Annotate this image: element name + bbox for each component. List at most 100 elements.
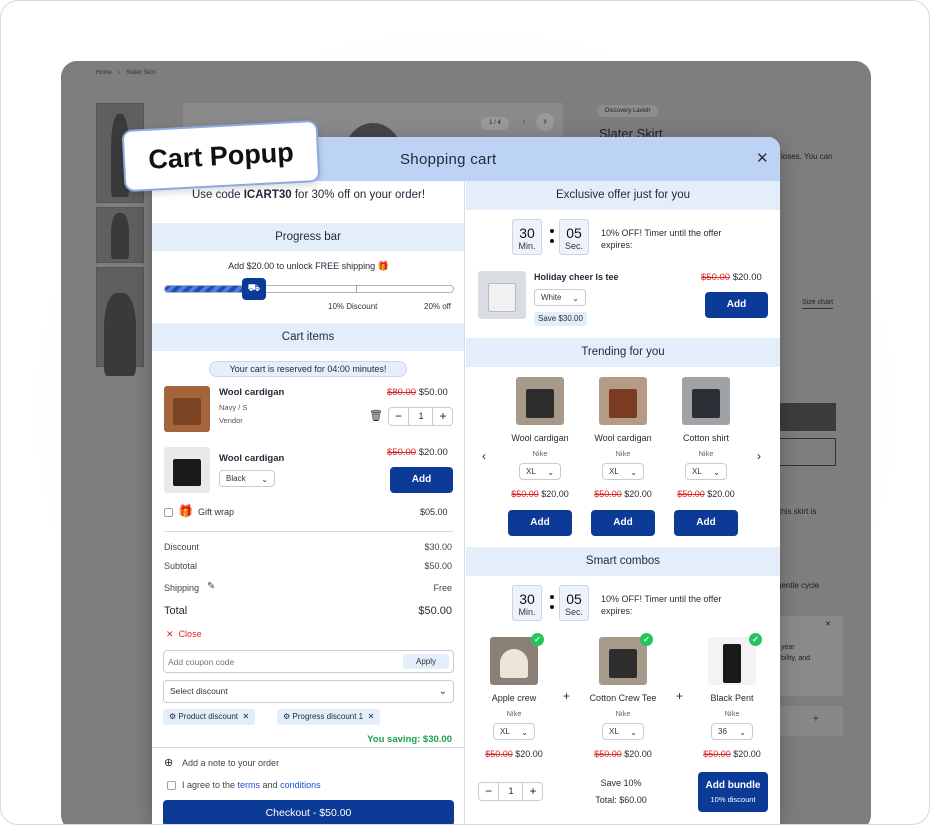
add-to-cart-button[interactable] — [776, 403, 836, 431]
conditions-link[interactable]: conditions — [280, 780, 321, 790]
combo-price: $20.00 — [515, 749, 543, 759]
pencil-icon[interactable]: ✎ — [207, 581, 215, 592]
product-image — [708, 637, 756, 685]
product-thumbnail[interactable] — [96, 267, 144, 376]
upsell-column: Exclusive offer just for you 30 Min. 05 Se… — [466, 181, 780, 824]
plus-icon: + — [563, 689, 571, 703]
plus-icon[interactable]: + — [522, 783, 543, 800]
description-text: this skirt is — [779, 507, 817, 516]
size-select[interactable]: XL ⌄ — [519, 463, 561, 480]
apply-button[interactable]: Apply — [403, 654, 449, 669]
size-select-value: XL — [526, 467, 536, 476]
breadcrumb-home[interactable]: Home — [96, 70, 112, 76]
chevron-left-icon[interactable]: ‹ — [515, 113, 533, 131]
timer-separator — [550, 605, 554, 609]
plus-circle-icon[interactable]: ⊕ — [164, 756, 173, 769]
gift-wrap-checkbox[interactable] — [164, 508, 173, 517]
size-select-value: XL — [692, 467, 702, 476]
variant-select[interactable]: Black ⌄ — [219, 470, 275, 487]
checkout-button[interactable]: Checkout - $50.00 — [163, 800, 454, 824]
size-select[interactable]: XL ⌄ — [493, 723, 535, 740]
chevron-down-icon: ⌄ — [713, 468, 720, 477]
quantity-value[interactable]: 1 — [410, 408, 432, 425]
product-image — [164, 447, 210, 493]
offer-price: $20.00 — [732, 272, 762, 283]
item-old-price: $50.00 — [387, 447, 417, 458]
trending-item-brand: Nike — [615, 449, 631, 458]
product-thumbnail[interactable] — [96, 207, 144, 263]
add-button[interactable]: Add — [508, 510, 572, 536]
subtotal-label: Subtotal — [164, 561, 198, 571]
chevron-down-icon: ⌄ — [572, 294, 579, 303]
combo-old-price: $50.00 — [594, 749, 622, 759]
check-icon[interactable]: ✓ — [749, 633, 762, 646]
combo-price: $20.00 — [624, 749, 652, 759]
quantity-value[interactable]: 1 — [500, 783, 522, 800]
terms-link[interactable]: terms — [238, 780, 261, 790]
cart-column: Use code ICART30 for 30% off on your ord… — [152, 181, 465, 824]
size-select[interactable]: XL ⌄ — [685, 463, 727, 480]
coupon-input[interactable] — [168, 654, 388, 669]
shopping-cart-popup: Shopping cart ✕ Use code ICART30 for 30%… — [152, 137, 780, 824]
close-link[interactable]: ✕ Close — [166, 629, 202, 640]
terms-prefix: I agree to the — [182, 780, 238, 790]
trash-icon[interactable]: 🗑 — [369, 409, 383, 422]
shipping-value: Free — [433, 583, 452, 593]
size-chart-link[interactable]: Size chart — [802, 299, 834, 309]
close-icon[interactable]: ✕ — [756, 149, 769, 167]
add-button[interactable]: Add — [591, 510, 655, 536]
timer-separator — [550, 595, 554, 599]
timer-seconds-value: 05 — [566, 591, 582, 607]
trending-price: $20.00 — [624, 489, 652, 499]
combos-heading: Smart combos — [466, 547, 780, 576]
product-image — [599, 377, 647, 425]
add-bundle-button[interactable]: Add bundle 10% discount — [698, 772, 768, 812]
remove-tag-icon[interactable]: ✕ — [242, 712, 249, 721]
close-icon: ✕ — [166, 629, 174, 639]
size-select[interactable]: XL ⌄ — [602, 723, 644, 740]
item-name: Wool cardigan — [219, 453, 285, 464]
offer-product-name: Holiday cheer ls tee — [534, 272, 619, 282]
discount-select[interactable]: Select discount ⌄ — [163, 680, 454, 703]
product-image — [682, 377, 730, 425]
gift-wrap-price: $05.00 — [420, 507, 448, 517]
description-snippet: loses. You can — [781, 152, 833, 161]
terms-and: and — [260, 780, 281, 790]
chevron-left-icon[interactable]: ‹ — [482, 449, 486, 463]
progress-fill — [165, 286, 255, 292]
chevron-down-icon: ⌄ — [739, 728, 746, 737]
size-select[interactable]: XL ⌄ — [602, 463, 644, 480]
chevron-right-icon[interactable]: › — [536, 113, 554, 131]
check-icon[interactable]: ✓ — [531, 633, 544, 646]
offer-old-price: $50.00 — [701, 272, 731, 283]
add-button[interactable]: Add — [390, 467, 453, 493]
chevron-right-icon[interactable]: › — [757, 449, 761, 463]
trending-item-brand: Nike — [698, 449, 714, 458]
popup-title: Shopping cart — [400, 151, 497, 168]
timer-seconds-value: 05 — [566, 225, 582, 241]
trending-price: $20.00 — [707, 489, 735, 499]
combo-item-name: Cotton Crew Tee — [589, 693, 657, 703]
close-icon[interactable]: ✕ — [825, 620, 831, 628]
combo-item-name: Black Pent — [710, 693, 754, 703]
info-text: bility, and — [781, 655, 811, 662]
size-select[interactable]: 36 ⌄ — [711, 723, 753, 740]
plus-icon[interactable]: + — [432, 408, 453, 425]
add-note-link[interactable]: Add a note to your order — [182, 758, 279, 768]
coupon-field: Apply — [163, 650, 454, 673]
minus-icon[interactable]: − — [389, 408, 409, 425]
add-button[interactable]: Add — [674, 510, 738, 536]
minus-icon[interactable]: − — [479, 783, 499, 800]
accordion-row[interactable]: + — [773, 706, 843, 736]
terms-checkbox[interactable] — [167, 781, 176, 790]
check-icon[interactable]: ✓ — [640, 633, 653, 646]
timer-seconds: 05 Sec. — [559, 585, 589, 621]
buy-now-button[interactable] — [776, 438, 836, 466]
remove-tag-icon[interactable]: ✕ — [368, 712, 375, 721]
trending-heading: Trending for you — [466, 338, 780, 367]
variant-select[interactable]: White ⌄ — [534, 289, 586, 306]
add-button[interactable]: Add — [705, 292, 768, 318]
variant-select-value: White — [541, 293, 562, 302]
trending-old-price: $50.00 — [677, 489, 705, 499]
timer-minutes: 30 Min. — [512, 219, 542, 255]
